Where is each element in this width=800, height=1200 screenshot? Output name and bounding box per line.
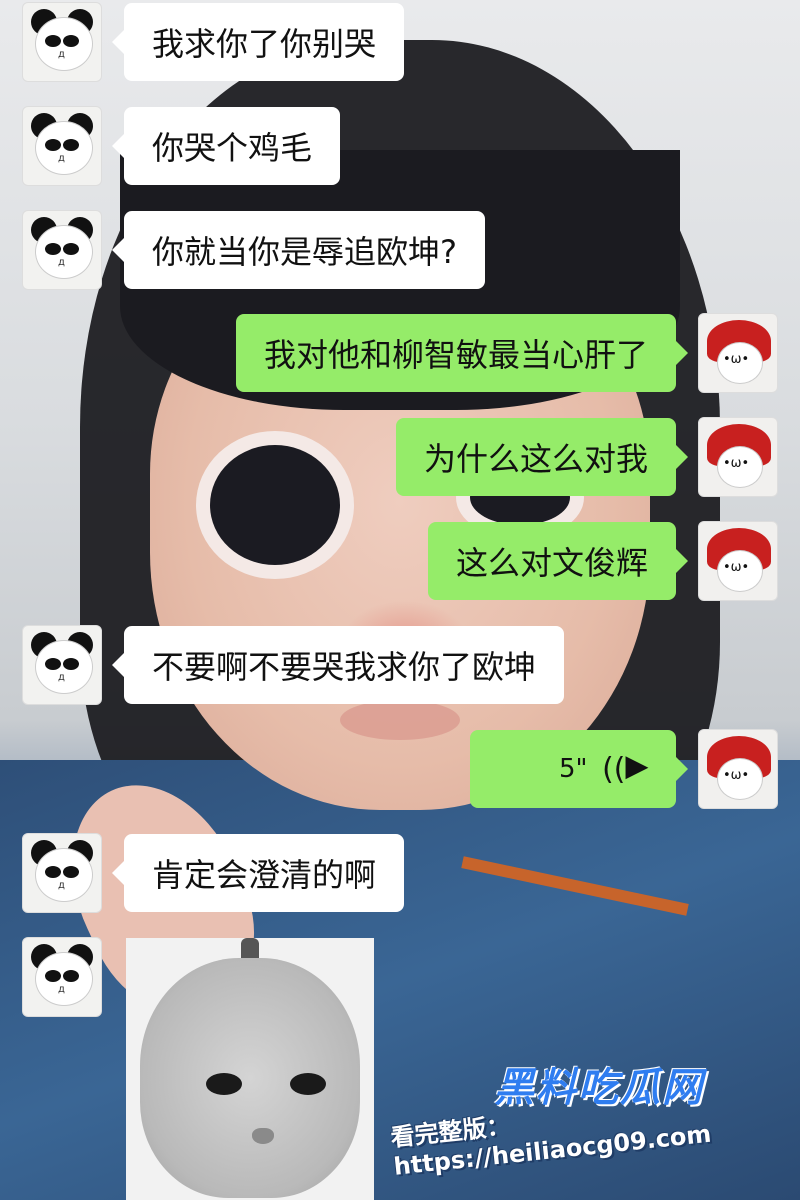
- message-bubble[interactable]: 你哭个鸡毛: [111, 107, 341, 185]
- cat-nose: [252, 1128, 274, 1144]
- message-row: д 不要啊不要哭我求你了欧坤: [22, 625, 565, 705]
- eye-left: [210, 445, 340, 565]
- message-bubble[interactable]: 你就当你是辱追欧坤?: [112, 211, 485, 289]
- panda-avatar-icon[interactable]: д: [22, 210, 102, 290]
- message-row: д 肯定会澄清的啊: [22, 833, 405, 913]
- message-row: 我对他和柳智敏最当心肝了 •ω•: [235, 313, 778, 393]
- red-hat-avatar-icon[interactable]: •ω•: [698, 521, 778, 601]
- panda-avatar-icon[interactable]: д: [22, 625, 102, 705]
- panda-avatar-icon[interactable]: д: [22, 833, 102, 913]
- red-hat-avatar-icon[interactable]: •ω•: [698, 729, 778, 809]
- message-bubble[interactable]: 我求你了你别哭: [111, 3, 405, 81]
- panda-avatar-icon[interactable]: д: [22, 937, 102, 1017]
- red-hat-avatar-icon[interactable]: •ω•: [698, 417, 778, 497]
- voice-wave-icon: ◀)): [601, 751, 648, 787]
- message-row: 5" ◀)) •ω•: [470, 729, 778, 809]
- message-bubble[interactable]: 为什么这么对我: [395, 418, 689, 496]
- cat-eye: [290, 1073, 326, 1095]
- cat-eye: [206, 1073, 242, 1095]
- panda-avatar-icon[interactable]: д: [22, 2, 102, 82]
- panda-avatar-icon[interactable]: д: [22, 106, 102, 186]
- message-row: д 你就当你是辱追欧坤?: [22, 210, 485, 290]
- message-bubble[interactable]: 我对他和柳智敏最当心肝了: [235, 314, 689, 392]
- fruit-shape: [140, 958, 360, 1198]
- red-hat-avatar-icon[interactable]: •ω•: [698, 313, 778, 393]
- message-bubble[interactable]: 不要啊不要哭我求你了欧坤: [111, 626, 565, 704]
- cat-fruit-sticker[interactable]: [126, 938, 374, 1200]
- voice-message-bubble[interactable]: 5" ◀)): [470, 730, 688, 808]
- message-row: 这么对文俊辉 •ω•: [427, 521, 778, 601]
- message-row: 为什么这么对我 •ω•: [395, 417, 778, 497]
- message-bubble[interactable]: 肯定会澄清的啊: [111, 834, 405, 912]
- message-bubble[interactable]: 这么对文俊辉: [427, 522, 689, 600]
- message-row: д 你哭个鸡毛: [22, 106, 341, 186]
- message-row: д 我求你了你别哭: [22, 2, 405, 82]
- voice-duration: 5": [559, 754, 588, 784]
- mouth-shape: [340, 700, 460, 740]
- message-row: д: [22, 937, 102, 1017]
